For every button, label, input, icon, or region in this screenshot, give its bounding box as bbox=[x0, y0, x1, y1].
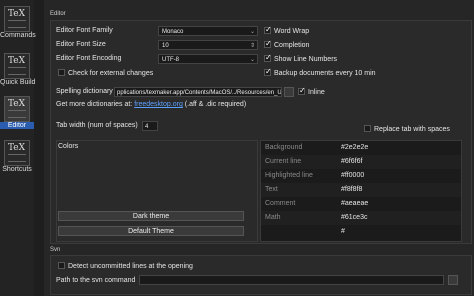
checkmark-icon: ✓ bbox=[265, 67, 272, 76]
sidebar-item-label: Editor bbox=[0, 122, 34, 129]
table-row[interactable]: Background #2e2e2e bbox=[261, 141, 461, 155]
settings-main: Editor Editor Font Family Monaco ⌄ Editor… bbox=[44, 0, 474, 296]
check-external-changes[interactable]: Check for external changes bbox=[58, 69, 153, 77]
checkmark-icon: ✓ bbox=[265, 25, 272, 34]
encoding-select[interactable]: UTF-8 ⌄ bbox=[158, 54, 258, 64]
colors-label: Colors bbox=[58, 143, 79, 150]
table-row[interactable]: Current line #6f6f6f bbox=[261, 155, 461, 169]
line-numbers-checkbox[interactable]: ✓ Show Line Numbers bbox=[264, 53, 337, 63]
sidebar-item-label: Quick Build bbox=[0, 79, 36, 86]
tex-quick-build-icon: TeX bbox=[4, 53, 30, 79]
editor-section-title: Editor bbox=[50, 11, 66, 17]
spelling-label: Spelling dictionary bbox=[56, 88, 113, 95]
svn-path-field[interactable] bbox=[139, 275, 444, 285]
checkbox-checked[interactable]: ✓ bbox=[264, 67, 272, 76]
font-size-label: Editor Font Size bbox=[56, 41, 106, 48]
sidebar-item-commands[interactable]: TeX Commands bbox=[0, 6, 36, 39]
tex-commands-icon: TeX bbox=[4, 6, 30, 32]
checkbox-unchecked[interactable] bbox=[364, 125, 371, 132]
inline-checkbox[interactable]: ✓ Inline bbox=[298, 86, 325, 96]
font-size-spinbox[interactable]: 10 ⇕ bbox=[158, 40, 258, 50]
sidebar-item-shortcuts[interactable]: TeX Shortcuts bbox=[0, 140, 34, 173]
dark-theme-button[interactable]: Dark theme bbox=[58, 211, 244, 221]
checkmark-icon: ✓ bbox=[265, 53, 272, 62]
default-theme-button[interactable]: Default Theme bbox=[58, 226, 244, 236]
chevron-down-icon: ⌄ bbox=[249, 29, 255, 35]
checkbox-checked[interactable]: ✓ bbox=[298, 86, 306, 95]
table-row[interactable]: Comment #aeaeae bbox=[261, 197, 461, 211]
replace-tab-checkbox[interactable]: Replace tab with spaces bbox=[364, 125, 450, 133]
word-wrap-checkbox[interactable]: ✓ Word Wrap bbox=[264, 25, 309, 35]
tab-width-spinbox[interactable]: 4 bbox=[142, 121, 158, 131]
sidebar-item-quick-build[interactable]: TeX Quick Build bbox=[0, 53, 36, 86]
tab-width-label: Tab width (num of spaces) bbox=[56, 122, 138, 129]
sidebar-item-label: Shortcuts bbox=[2, 166, 32, 173]
font-family-select[interactable]: Monaco ⌄ bbox=[158, 26, 258, 36]
backup-checkbox[interactable]: ✓ Backup documents every 10 min bbox=[264, 67, 376, 77]
sidebar-item-editor[interactable]: TeX Editor bbox=[0, 96, 34, 129]
checkbox-unchecked[interactable] bbox=[58, 69, 65, 76]
checkmark-icon: ✓ bbox=[265, 39, 272, 48]
font-family-label: Editor Font Family bbox=[56, 27, 113, 34]
freedesktop-link[interactable]: freedesktop.org bbox=[134, 101, 183, 108]
sidebar: TeX Commands TeX Quick Build TeX Editor … bbox=[0, 0, 36, 296]
sidebar-item-label: Commands bbox=[0, 32, 36, 39]
table-row[interactable]: Highlighted line #ff0000 bbox=[261, 169, 461, 183]
browse-button[interactable] bbox=[284, 87, 294, 97]
checkbox-checked[interactable]: ✓ bbox=[264, 25, 272, 34]
tex-shortcuts-icon: TeX bbox=[4, 140, 30, 166]
detect-uncommitted-checkbox[interactable]: Detect uncommitted lines at the opening bbox=[58, 262, 193, 270]
table-row[interactable]: Math #61ce3c bbox=[261, 211, 461, 225]
checkbox-unchecked[interactable] bbox=[58, 262, 65, 269]
browse-button[interactable] bbox=[448, 275, 458, 285]
chevron-down-icon: ⌄ bbox=[249, 57, 255, 63]
table-row[interactable]: Text #f8f8f8 bbox=[261, 183, 461, 197]
more-dictionaries-text: Get more dictionaries at: freedesktop.or… bbox=[56, 101, 247, 108]
encoding-label: Editor Font Encoding bbox=[56, 55, 122, 62]
checkmark-icon: ✓ bbox=[299, 86, 306, 95]
stepper-icon: ⇕ bbox=[249, 43, 255, 49]
checkbox-checked[interactable]: ✓ bbox=[264, 39, 272, 48]
table-row[interactable]: # bbox=[261, 225, 461, 239]
spelling-dictionary-field[interactable]: pplications/texmaker.app/Contents/MacOS/… bbox=[114, 87, 282, 97]
completion-checkbox[interactable]: ✓ Completion bbox=[264, 39, 309, 49]
svn-section-title: Svn bbox=[50, 247, 61, 253]
color-table[interactable]: Background #2e2e2e Current line #6f6f6f Hi… bbox=[260, 140, 462, 242]
checkbox-checked[interactable]: ✓ bbox=[264, 53, 272, 62]
tex-editor-icon: TeX bbox=[4, 96, 30, 122]
svn-path-label: Path to the svn command bbox=[56, 277, 136, 284]
